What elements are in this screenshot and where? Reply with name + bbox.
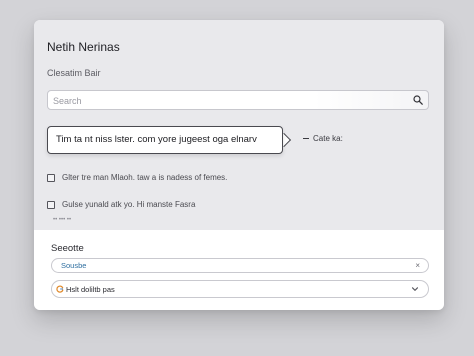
selected-chip-field[interactable]: Sousbe × xyxy=(51,258,429,273)
dropdown-field[interactable]: Hslt doliltb pas xyxy=(51,280,429,298)
tooltip-side-label: Cate ka: xyxy=(303,134,343,143)
card-header-area: Netih Nerinas Clesatim Bair Tim ta nt ni… xyxy=(34,20,444,230)
selection-panel: Seeotte Sousbe × Hslt doliltb pas xyxy=(34,230,444,310)
option-label: Glter tre man Mlaoh. taw a is nadess of … xyxy=(62,173,228,182)
connector-dash xyxy=(303,138,309,140)
search-input[interactable] xyxy=(53,94,393,107)
page-title: Netih Nerinas xyxy=(47,40,120,54)
g-logo-icon xyxy=(56,285,64,293)
dialog-card: Netih Nerinas Clesatim Bair Tim ta nt ni… xyxy=(34,20,444,310)
field-value: Sousbe xyxy=(61,261,87,270)
checkbox[interactable] xyxy=(47,173,55,182)
search-bar[interactable] xyxy=(47,90,429,110)
tooltip-side-text: Cate ka: xyxy=(313,134,343,143)
checkbox[interactable] xyxy=(47,200,55,209)
tooltip-row: Tim ta nt niss lster. com yore jugeest o… xyxy=(47,126,437,156)
page-subtitle: Clesatim Bair xyxy=(47,68,101,78)
field-value: Hslt doliltb pas xyxy=(66,285,115,294)
section-label: Seeotte xyxy=(51,243,84,254)
option-row-1[interactable]: Glter tre man Mlaoh. taw a is nadess of … xyxy=(47,173,227,182)
search-icon[interactable] xyxy=(413,95,423,105)
chevron-down-icon[interactable] xyxy=(411,285,419,293)
option-label: Gulse yunald atk yo. Hi manste Fasra xyxy=(62,200,196,209)
helper-note: •• ••• •• xyxy=(53,217,72,223)
close-icon[interactable]: × xyxy=(415,261,420,270)
tooltip-callout: Tim ta nt niss lster. com yore jugeest o… xyxy=(47,126,283,154)
option-row-2[interactable]: Gulse yunald atk yo. Hi manste Fasra xyxy=(47,200,195,209)
